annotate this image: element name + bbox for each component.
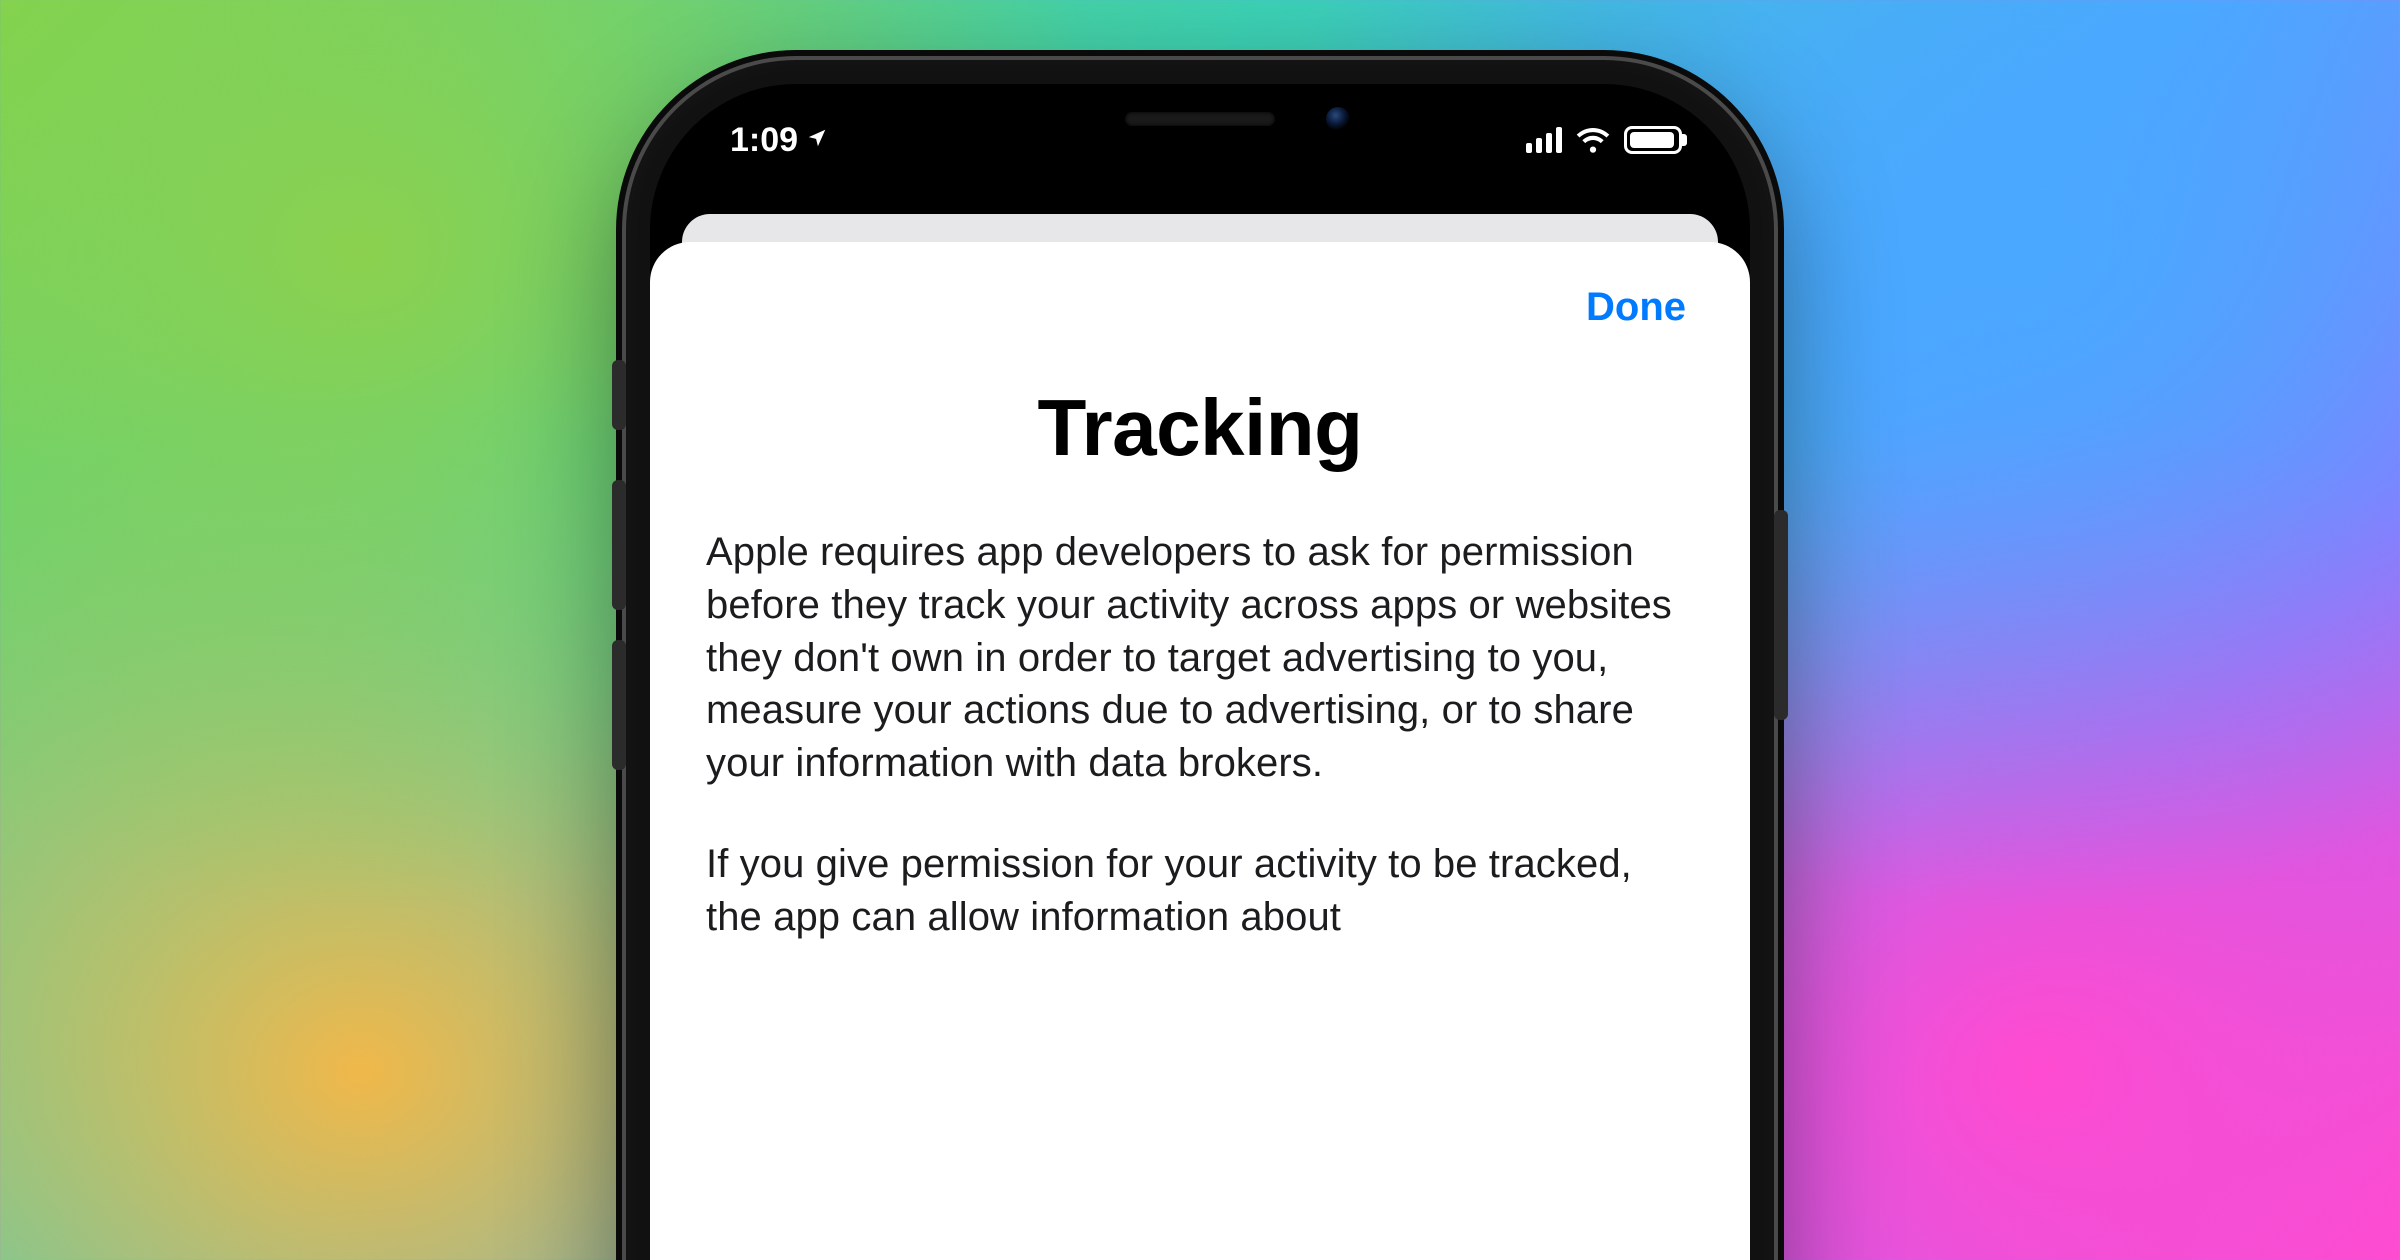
location-icon (806, 119, 828, 158)
ring-silent-switch (612, 360, 626, 430)
notch (960, 84, 1440, 154)
done-button[interactable]: Done (1578, 279, 1694, 336)
sheet-title: Tracking (706, 382, 1694, 474)
battery-icon (1624, 126, 1682, 154)
volume-up-button (612, 480, 626, 610)
wifi-icon (1576, 127, 1610, 153)
status-time: 1:09 (730, 121, 798, 160)
sheet-header: Done (706, 272, 1694, 342)
earpiece-speaker (1125, 112, 1275, 126)
front-camera (1326, 107, 1350, 131)
side-button (1774, 510, 1788, 720)
tracking-info-sheet: Done Tracking Apple requires app develop… (650, 242, 1750, 1260)
phone-screen: 1:09 (650, 84, 1750, 1260)
sheet-paragraph-2: If you give permission for your activity… (706, 838, 1694, 944)
volume-down-button (612, 640, 626, 770)
promo-background: 1:09 (0, 0, 2400, 1260)
sheet-paragraph-1: Apple requires app developers to ask for… (706, 526, 1694, 790)
phone-device-frame: 1:09 (626, 60, 1774, 1260)
cellular-signal-icon (1526, 127, 1562, 153)
